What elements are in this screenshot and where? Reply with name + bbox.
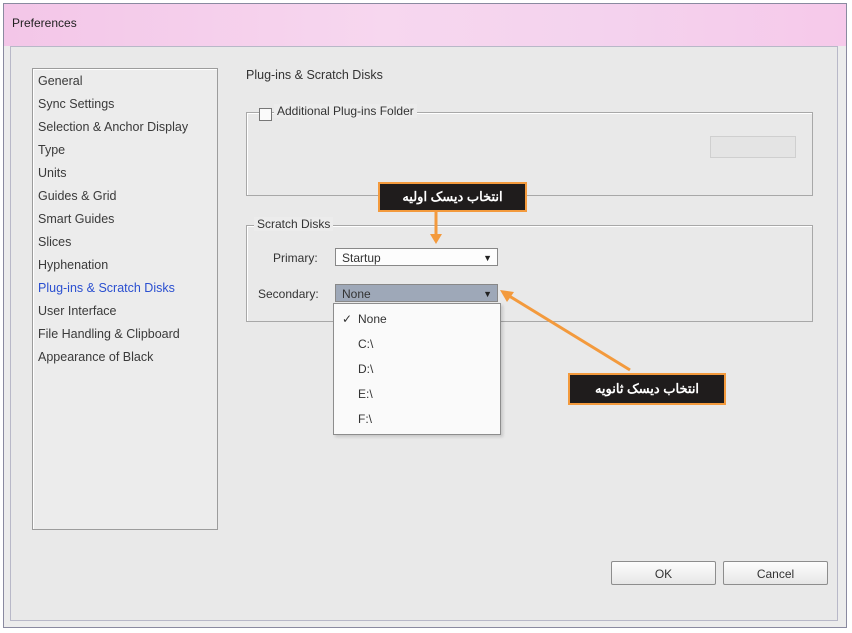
ok-button[interactable]: OK [611, 561, 716, 585]
cancel-button[interactable]: Cancel [723, 561, 828, 585]
secondary-callout-arrow [505, 292, 631, 372]
primary-disk-callout: انتخاب دیسک اولیه [378, 182, 527, 212]
primary-arrowhead-icon [430, 234, 442, 244]
secondary-disk-callout: انتخاب دیسک ثانویه [568, 373, 726, 405]
callout-arrows [430, 211, 631, 372]
